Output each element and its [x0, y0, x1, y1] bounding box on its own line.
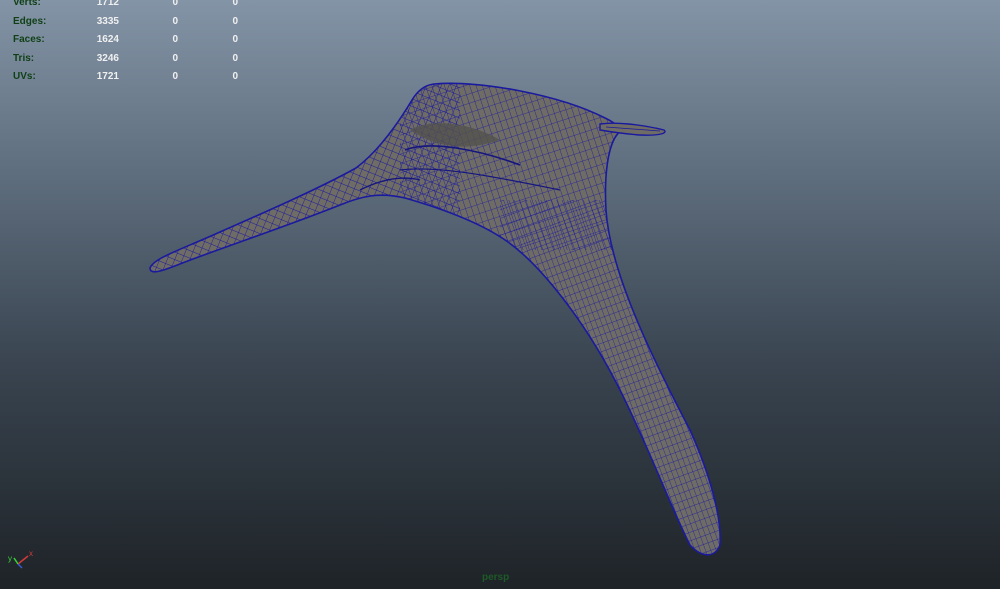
axis-y-label: y: [8, 554, 12, 563]
camera-name-label: persp: [482, 572, 510, 583]
mesh-body[interactable]: [140, 80, 730, 570]
perspective-viewport[interactable]: Verts: 1712 0 0 Edges: 3335 0 0 Faces: 1…: [0, 0, 1000, 589]
wireframe-mesh[interactable]: [0, 0, 1000, 589]
axis-gizmo: x y: [8, 549, 33, 569]
axis-x-label: x: [29, 549, 33, 558]
